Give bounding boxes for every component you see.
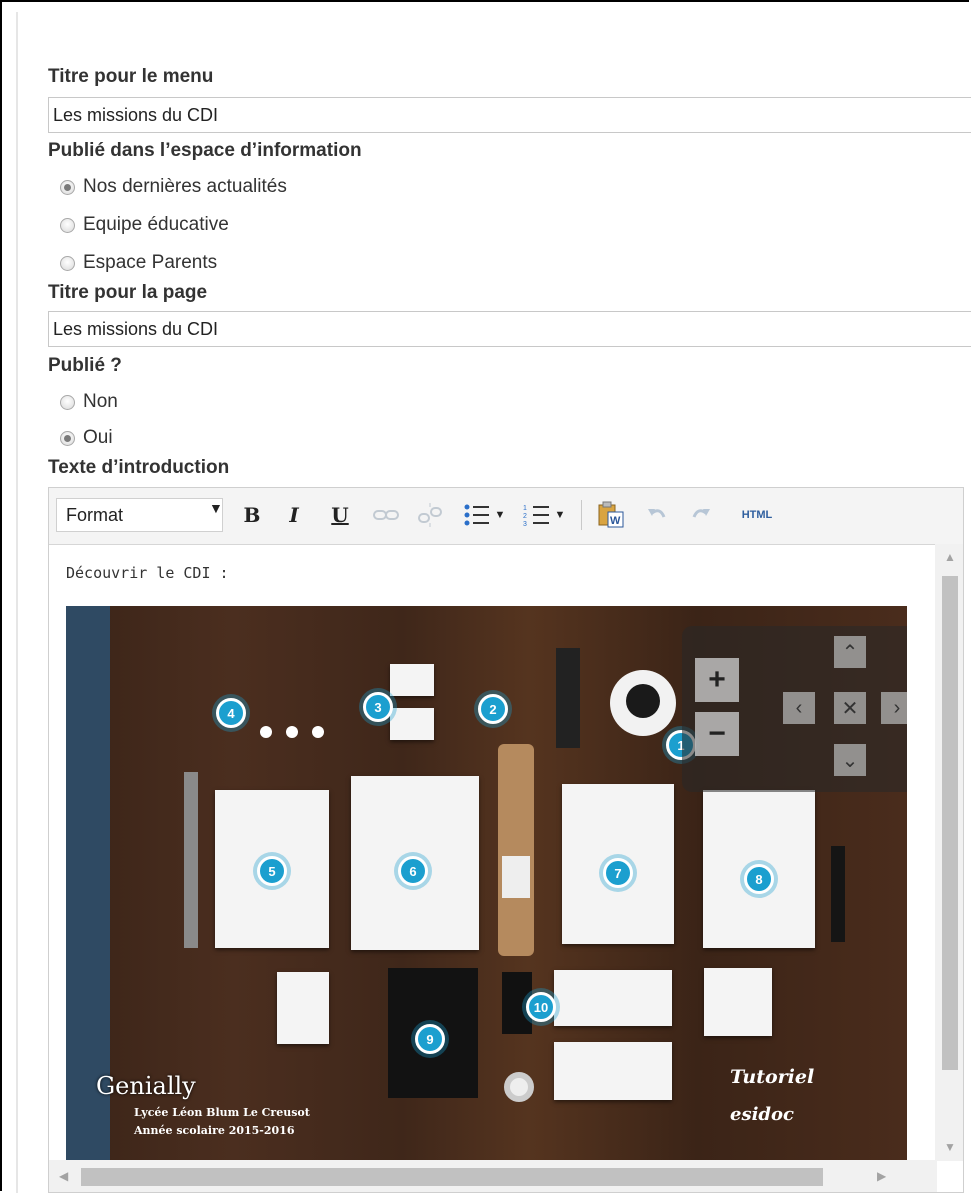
vertical-scrollbar[interactable]: ▲ ▼	[935, 544, 963, 1161]
zoom-out-button[interactable]: −	[695, 712, 739, 756]
scroll-right-icon[interactable]: ▶	[877, 1169, 886, 1183]
notepad	[277, 972, 329, 1044]
editor-content[interactable]: Découvrir le CDI : 4 3 2 1 5 6 7 8 9 10 …	[49, 544, 907, 1161]
format-dropdown[interactable]: Format	[56, 498, 223, 532]
space-option-parents[interactable]: Espace Parents	[60, 252, 217, 274]
published-option-oui[interactable]: Oui	[60, 427, 113, 449]
credit-school: Lycée Léon Blum Le Creusot	[134, 1106, 310, 1119]
envelope	[554, 1042, 672, 1100]
marker-6[interactable]: 6	[398, 856, 428, 886]
space-option-label: Equipe éducative	[83, 214, 229, 235]
scroll-up-icon[interactable]: ▲	[944, 550, 956, 564]
genially-image[interactable]: 4 3 2 1 5 6 7 8 9 10 + − ⌃ ‹ ✕ › ⌄ Genia…	[66, 606, 907, 1161]
page-title-label: Titre pour la page	[48, 282, 208, 303]
marker-10[interactable]: 10	[526, 992, 556, 1022]
tube-label	[502, 856, 530, 898]
tube	[498, 744, 534, 956]
published-option-label: Non	[83, 391, 118, 412]
scroll-down-icon[interactable]: ▼	[944, 1140, 956, 1154]
intro-label: Texte d’introduction	[48, 457, 230, 478]
tutorial-title: Tutoriel	[730, 1066, 815, 1088]
pan-down-icon[interactable]: ⌄	[834, 744, 866, 776]
radio-selected-icon[interactable]	[60, 179, 75, 195]
menu-title-label: Titre pour le menu	[48, 66, 214, 87]
scroll-left-icon[interactable]: ◀	[59, 1169, 68, 1183]
marker-4[interactable]: 4	[216, 698, 246, 728]
business-card	[390, 708, 434, 740]
italic-button[interactable]: I	[281, 498, 307, 532]
bullet-list-icon[interactable]: ▼	[459, 498, 509, 532]
published-option-label: Oui	[83, 427, 113, 448]
svg-text:3: 3	[523, 521, 527, 527]
vertical-scroll-thumb[interactable]	[942, 576, 958, 1070]
reset-close-icon[interactable]: ✕	[834, 692, 866, 724]
marker-8[interactable]: 8	[744, 864, 774, 894]
redo-icon[interactable]	[685, 498, 717, 532]
marker-3[interactable]: 3	[363, 692, 393, 722]
credit-year: Année scolaire 2015-2016	[134, 1124, 295, 1137]
radio-icon[interactable]	[60, 217, 75, 233]
marker-2[interactable]: 2	[478, 694, 508, 724]
ruler	[184, 772, 198, 948]
svg-text:W: W	[610, 515, 621, 527]
pan-left-icon[interactable]: ‹	[783, 692, 815, 724]
space-option-label: Espace Parents	[83, 252, 218, 273]
dots	[260, 726, 272, 738]
space-option-label: Nos dernières actualités	[83, 176, 287, 197]
pan-right-icon[interactable]: ›	[881, 692, 907, 724]
horizontal-scroll-thumb[interactable]	[81, 1168, 823, 1186]
radio-selected-icon[interactable]	[60, 430, 75, 446]
radio-icon[interactable]	[60, 255, 75, 271]
space-option-equipe[interactable]: Equipe éducative	[60, 214, 229, 236]
link-icon[interactable]	[369, 498, 403, 532]
space-option-actualites[interactable]: Nos dernières actualités	[60, 176, 287, 198]
tutorial-subtitle: esidoc	[730, 1104, 794, 1125]
html-source-button[interactable]: HTML	[733, 498, 781, 532]
numbered-list-dropdown-icon[interactable]: ▼	[555, 509, 566, 521]
rich-text-editor[interactable]: Format ▼ B I U ▼ 123 ▼ W HTML Découvrir …	[48, 487, 964, 1193]
marker-9[interactable]: 9	[415, 1024, 445, 1054]
page-title-input[interactable]: Les missions du CDI	[48, 311, 971, 347]
pan-up-icon[interactable]: ⌃	[834, 636, 866, 668]
marker-7[interactable]: 7	[603, 858, 633, 888]
bullet-list-dropdown-icon[interactable]: ▼	[495, 509, 506, 521]
business-card	[390, 664, 434, 696]
radio-icon[interactable]	[60, 394, 75, 410]
published-label: Publié ?	[48, 355, 122, 376]
zoom-in-button[interactable]: +	[695, 658, 739, 702]
svg-text:1: 1	[523, 505, 527, 512]
dropdown-arrow-icon[interactable]: ▼	[209, 500, 223, 516]
coffee	[626, 684, 660, 718]
tape-roll	[504, 1072, 534, 1102]
menu-title-input[interactable]: Les missions du CDI	[48, 97, 971, 133]
numbered-list-icon[interactable]: 123 ▼	[519, 498, 569, 532]
marker-5[interactable]: 5	[257, 856, 287, 886]
genially-logo: Genially	[96, 1072, 196, 1100]
left-divider	[16, 12, 18, 1193]
bold-button[interactable]: B	[239, 498, 265, 532]
underline-button[interactable]: U	[327, 498, 353, 532]
published-option-non[interactable]: Non	[60, 391, 118, 413]
unlink-icon[interactable]	[413, 498, 447, 532]
paste-from-word-icon[interactable]: W	[591, 498, 631, 532]
space-label: Publié dans l’espace d’information	[48, 140, 362, 161]
svg-text:2: 2	[523, 513, 527, 520]
content-text: Découvrir le CDI :	[66, 564, 229, 582]
pen	[831, 846, 845, 942]
toolbar-separator	[581, 500, 582, 530]
envelope	[554, 970, 672, 1026]
horizontal-scrollbar[interactable]: ◀ ▶	[49, 1160, 937, 1192]
undo-icon[interactable]	[641, 498, 673, 532]
editor-toolbar: Format ▼ B I U ▼ 123 ▼ W HTML	[49, 488, 963, 545]
cd-case	[704, 968, 772, 1036]
stapler	[556, 648, 580, 748]
